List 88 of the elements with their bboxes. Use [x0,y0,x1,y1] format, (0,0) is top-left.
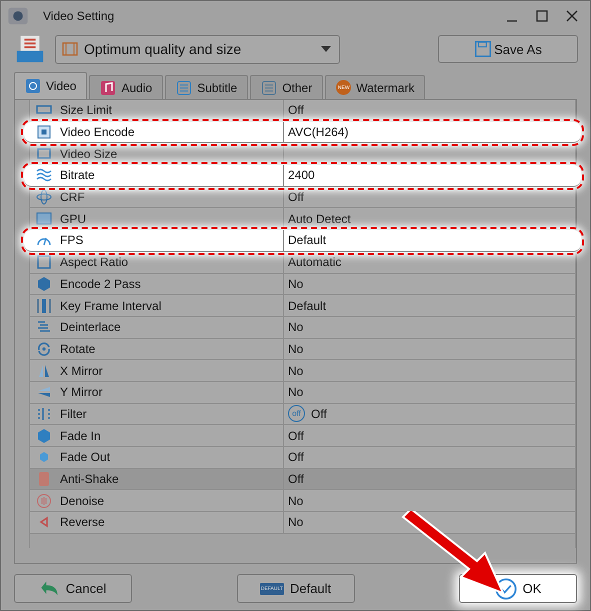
maximize-icon[interactable] [536,10,548,22]
setting-name: FPS [60,233,84,248]
chip-icon [36,124,52,140]
setting-value: No [288,515,304,530]
setting-row[interactable]: Deinterlace No [30,316,575,339]
setting-value: No [288,276,304,291]
dots-icon [36,406,52,422]
tab[interactable]: Video [14,72,88,99]
setting-name: CRF [60,190,85,204]
setting-name: Aspect Ratio [60,255,128,270]
save-as-button[interactable]: Save As [438,35,578,63]
frame-icon [36,254,52,270]
wave-icon [36,167,52,184]
setting-value: Default [288,298,326,313]
setting-name: Rotate [60,342,96,356]
setting-name: Denoise [60,494,104,508]
rotate-icon [36,340,52,357]
setting-name: X Mirror [60,364,103,378]
setting-value: Automatic [288,255,342,270]
subtitle-icon [176,80,192,96]
setting-name: Video Size [60,146,118,161]
setting-name: Key Frame Interval [60,298,162,313]
setting-value: No [288,385,304,400]
setting-name: Y Mirror [60,385,102,400]
setting-name: Bitrate [60,168,95,182]
setting-row[interactable]: Rotate No [30,338,575,360]
setting-name: Fade Out [60,450,110,464]
hexagon-icon [36,276,52,292]
setting-row[interactable]: Bitrate 2400 [24,165,581,187]
setting-row[interactable]: Size Limit Off [30,100,575,122]
setting-value: No [288,320,304,334]
setting-value: Off [288,428,304,443]
setting-row[interactable]: Video Encode AVC(H264) [24,122,581,144]
setting-row[interactable]: Anti-Shake Off [30,468,575,490]
floppy-icon [474,40,492,58]
setting-value: No [288,364,304,378]
app-icon [7,5,29,27]
caret-icon [321,46,331,52]
setting-name: Encode 2 Pass [60,276,141,291]
setting-value: Auto Detect [288,212,351,226]
setting-row[interactable]: Y Mirror No [30,382,575,404]
tab[interactable]: Other [250,75,324,99]
setting-row[interactable]: Video Size [30,143,575,166]
setting-name: GPU [60,212,86,226]
setting-row[interactable]: Filter off Off [30,404,575,426]
tab[interactable]: Audio [89,75,164,99]
toggle-icon: off [288,405,305,422]
setting-row[interactable]: Aspect Ratio Automatic [30,252,575,274]
setting-row[interactable]: FPS Default [24,230,581,252]
setting-name: Filter [60,406,87,421]
cancel-button[interactable]: Cancel [14,574,132,603]
setting-name: Fade In [60,428,101,443]
circle-bars-icon [36,492,52,509]
setting-row[interactable]: X Mirror No [30,360,575,382]
setting-row[interactable]: Fade Out Off [30,447,575,469]
bars-icon [36,298,52,314]
setting-value: Off [288,103,304,118]
tray-icon [15,34,45,64]
setting-value: Off [311,406,327,421]
window-title: Video Setting [43,9,116,23]
setting-row[interactable]: Fade In Off [30,425,575,447]
profile-dropdown[interactable]: Optimum quality and size [55,34,340,64]
setting-value: No [288,494,304,508]
setting-name: Size Limit [60,103,112,118]
film-icon [62,41,78,57]
setting-value: 2400 [288,168,315,182]
atom-icon [36,189,52,206]
setting-value: Default [288,233,326,248]
setting-row[interactable]: Reverse No [30,512,575,534]
setting-row[interactable]: Encode 2 Pass No [30,274,575,296]
setting-value: Off [288,472,304,486]
setting-name: Anti-Shake [60,472,119,486]
triangles-icon [36,362,52,379]
setting-value: AVC(H264) [288,125,348,140]
setting-value: No [288,342,304,356]
setting-value: Off [288,450,304,464]
tab[interactable]: Subtitle [165,75,248,99]
setting-name: Deinterlace [60,320,121,334]
setting-value: Off [288,190,304,204]
setting-name: Video Encode [60,125,135,140]
close-icon[interactable] [566,10,578,22]
setting-row[interactable]: GPU Auto Detect [30,208,575,230]
setting-row[interactable]: Denoise No [30,490,575,512]
setting-row[interactable]: CRF Off [30,186,575,208]
setting-row[interactable]: Key Frame Interval Default [30,295,575,317]
hexagon-icon [36,428,52,444]
profile-value: Optimum quality and size [84,41,242,57]
setting-name: Reverse [60,515,105,530]
